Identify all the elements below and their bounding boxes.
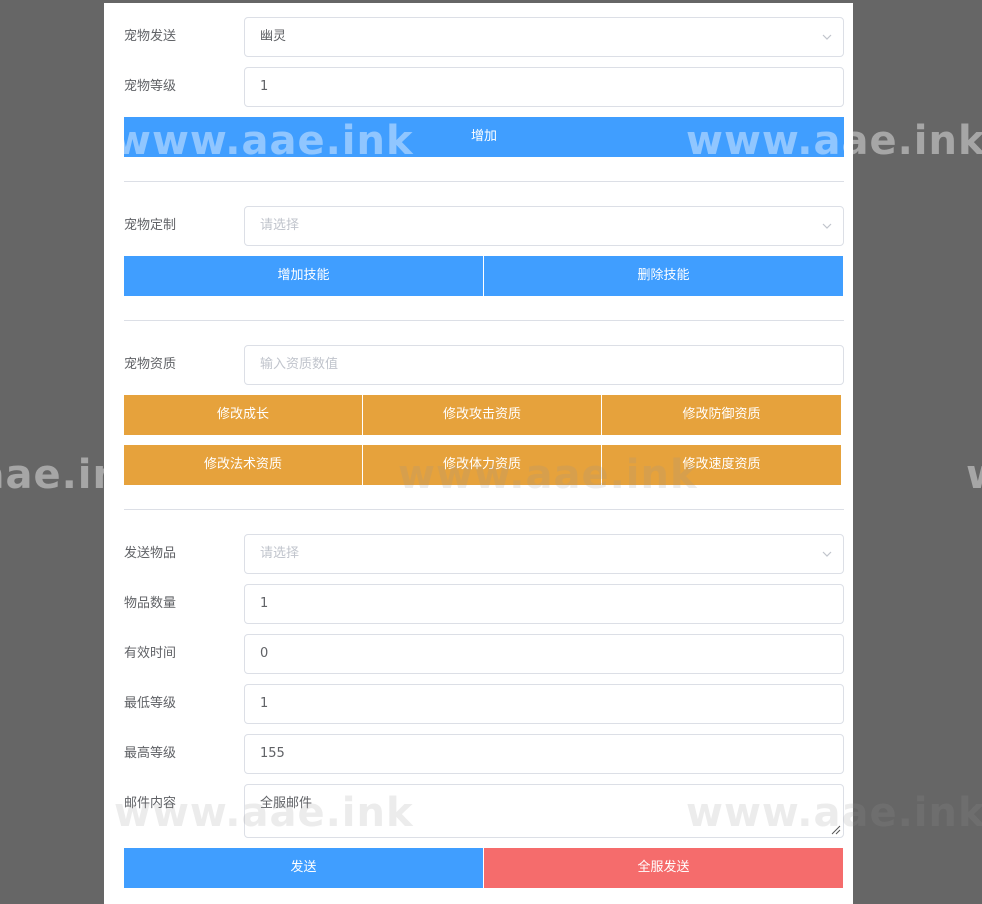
max-level-row: 最高等级 155 [124, 734, 844, 774]
valid-time-input[interactable]: 0 [244, 634, 844, 674]
resize-handle-icon[interactable] [831, 825, 841, 835]
pet-aptitude-input[interactable]: 输入资质数值 [244, 345, 844, 385]
pet-level-input[interactable]: 1 [244, 67, 844, 107]
max-level-input[interactable]: 155 [244, 734, 844, 774]
min-level-value: 1 [260, 696, 269, 711]
valid-time-value: 0 [260, 646, 269, 661]
send-item-select[interactable]: 请选择 [244, 534, 844, 574]
send-button[interactable]: 发送 [124, 848, 483, 888]
pet-custom-select[interactable]: 请选择 [244, 206, 844, 246]
chevron-down-icon [822, 223, 832, 229]
item-count-value: 1 [260, 596, 269, 611]
pet-send-select[interactable]: 幽灵 [244, 17, 844, 57]
modify-defense-aptitude-button[interactable]: 修改防御资质 [602, 395, 841, 435]
min-level-label: 最低等级 [124, 696, 177, 711]
modify-magic-aptitude-button[interactable]: 修改法术资质 [124, 445, 362, 485]
chevron-down-icon [822, 34, 832, 40]
modify-attack-aptitude-button[interactable]: 修改攻击资质 [363, 395, 601, 435]
modify-stamina-aptitude-button[interactable]: 修改体力资质 [363, 445, 601, 485]
valid-time-label: 有效时间 [124, 646, 177, 661]
divider [124, 509, 844, 510]
mail-content-textarea[interactable]: 全服邮件 [244, 784, 844, 838]
item-count-label: 物品数量 [124, 596, 177, 611]
modify-growth-button[interactable]: 修改成长 [124, 395, 362, 435]
divider [124, 320, 844, 321]
watermark: w [966, 452, 982, 498]
mail-content-row: 邮件内容 全服邮件 [124, 784, 844, 838]
max-level-label: 最高等级 [124, 746, 177, 761]
send-item-placeholder: 请选择 [260, 546, 300, 561]
pet-level-label: 宠物等级 [124, 79, 177, 94]
pet-aptitude-label: 宠物资质 [124, 357, 177, 372]
pet-custom-row: 宠物定制 请选择 [124, 206, 844, 246]
pet-custom-label: 宠物定制 [124, 218, 177, 233]
mail-content-label: 邮件内容 [124, 796, 177, 811]
modify-speed-aptitude-button[interactable]: 修改速度资质 [602, 445, 841, 485]
divider [124, 181, 844, 182]
item-count-row: 物品数量 1 [124, 584, 844, 624]
item-count-input[interactable]: 1 [244, 584, 844, 624]
pet-level-row: 宠物等级 1 [124, 67, 844, 107]
pet-level-value: 1 [260, 79, 269, 94]
send-item-row: 发送物品 请选择 [124, 534, 844, 574]
send-all-button[interactable]: 全服发送 [484, 848, 843, 888]
add-skill-button[interactable]: 增加技能 [124, 256, 483, 296]
add-button[interactable]: 增加 [124, 117, 844, 157]
mail-content-value: 全服邮件 [260, 796, 313, 811]
max-level-value: 155 [260, 746, 285, 761]
pet-aptitude-row: 宠物资质 输入资质数值 [124, 345, 844, 385]
delete-skill-button[interactable]: 删除技能 [484, 256, 843, 296]
min-level-input[interactable]: 1 [244, 684, 844, 724]
min-level-row: 最低等级 1 [124, 684, 844, 724]
pet-send-row: 宠物发送 幽灵 [124, 17, 844, 57]
valid-time-row: 有效时间 0 [124, 634, 844, 674]
chevron-down-icon [822, 551, 832, 557]
send-item-label: 发送物品 [124, 546, 177, 561]
form-panel: 宠物发送 幽灵 宠物等级 1 增加 宠物定制 请选择 增加技能 删除技能 宠物资… [104, 3, 853, 904]
pet-send-value: 幽灵 [260, 29, 287, 44]
pet-aptitude-placeholder: 输入资质数值 [260, 357, 339, 372]
pet-send-label: 宠物发送 [124, 29, 177, 44]
pet-custom-placeholder: 请选择 [260, 218, 300, 233]
